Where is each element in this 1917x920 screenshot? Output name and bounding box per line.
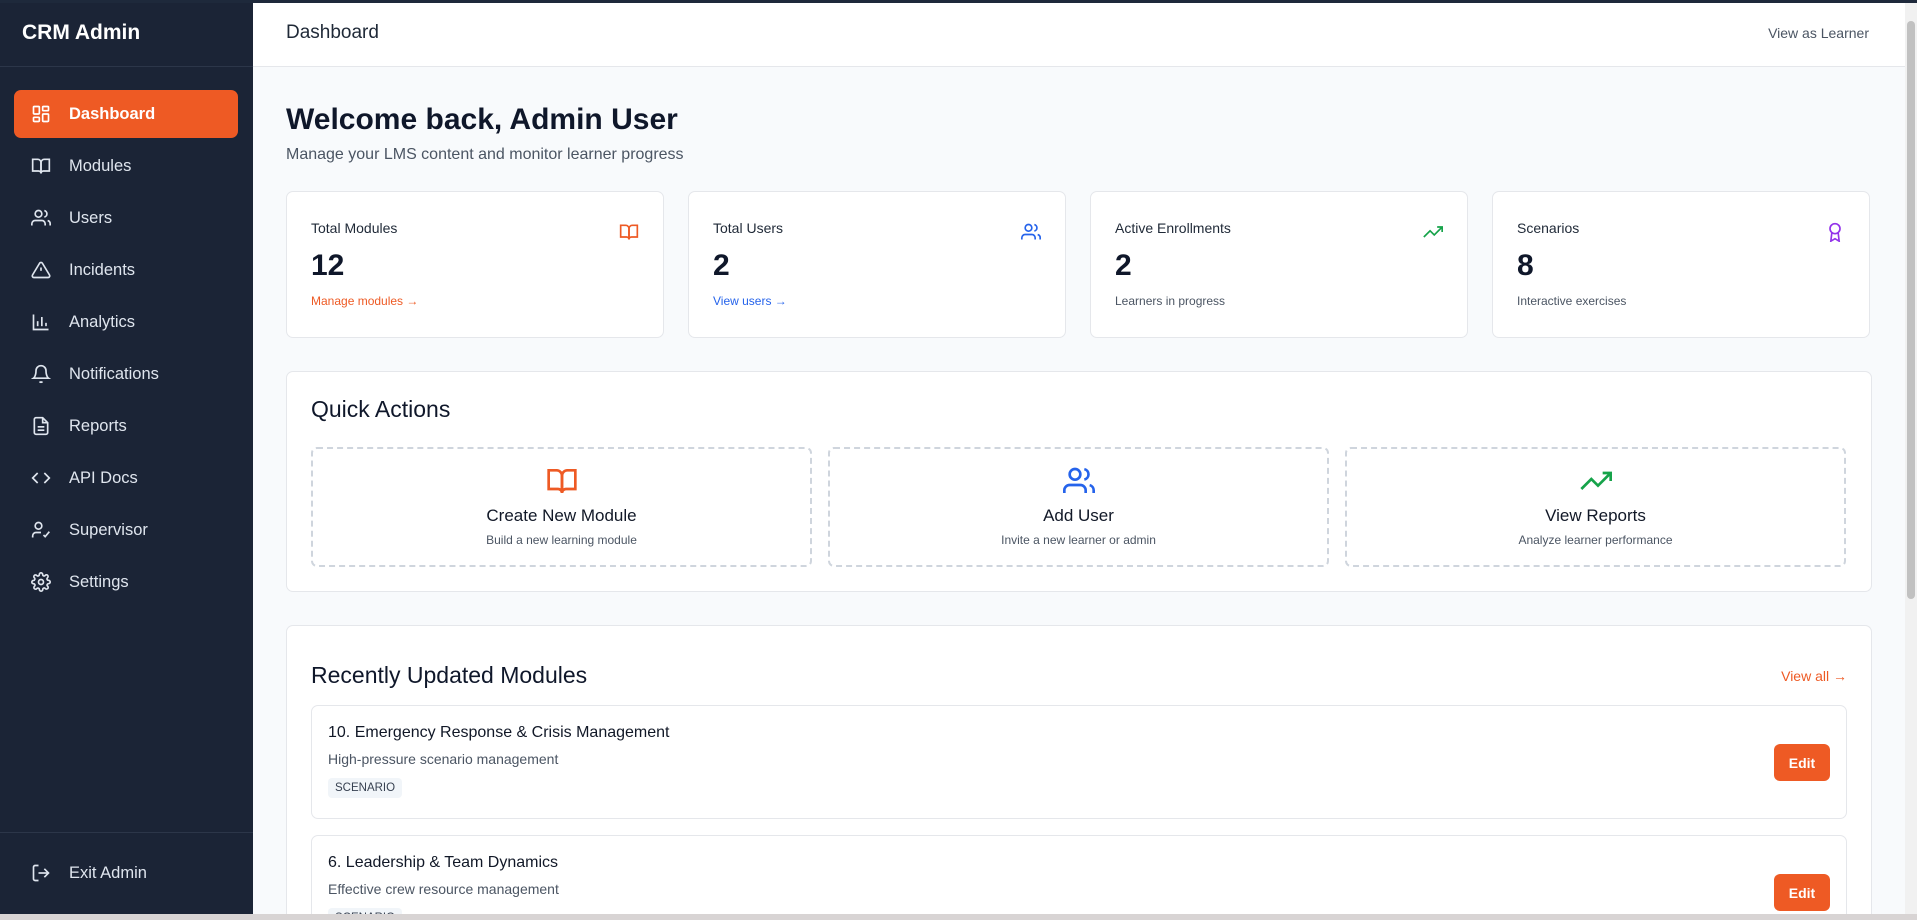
- book-icon: [619, 224, 639, 240]
- view-reports-button[interactable]: View Reports Analyze learner performance: [1345, 447, 1846, 567]
- sidebar-item-incidents[interactable]: Incidents: [14, 246, 238, 294]
- book-icon: [546, 469, 577, 494]
- sidebar-item-label: API Docs: [69, 468, 138, 487]
- edit-button[interactable]: Edit: [1774, 744, 1830, 781]
- sidebar-item-analytics[interactable]: Analytics: [14, 298, 238, 346]
- recent-modules-title: Recently Updated Modules: [311, 662, 588, 688]
- stat-caption: Learners in progress: [1115, 294, 1226, 308]
- quick-action-title: View Reports: [1545, 506, 1646, 525]
- module-row: 10. Emergency Response & Crisis Manageme…: [311, 705, 1847, 819]
- module-type-badge: SCENARIO: [328, 778, 403, 798]
- stat-label: Total Users: [713, 220, 784, 236]
- window-top-border: [0, 0, 1917, 3]
- view-all-link[interactable]: View all →: [1781, 668, 1847, 684]
- trending-up-icon: [1423, 226, 1443, 238]
- stat-label: Scenarios: [1517, 220, 1580, 236]
- module-title: 10. Emergency Response & Crisis Manageme…: [328, 724, 670, 741]
- stat-value: 2: [713, 249, 730, 282]
- sidebar-item-label: Dashboard: [69, 104, 156, 123]
- stat-label: Total Modules: [311, 220, 398, 236]
- quick-actions-row: Create New Module Build a new learning m…: [311, 447, 1847, 567]
- view-as-learner-link[interactable]: View as Learner: [1768, 25, 1869, 41]
- quick-action-desc: Analyze learner performance: [1518, 533, 1673, 547]
- module-description: High-pressure scenario management: [328, 751, 559, 767]
- sidebar-item-label: Reports: [69, 416, 127, 435]
- sidebar-item-label: Analytics: [69, 312, 136, 331]
- sidebar-nav: Dashboard Modules Users Incidents Analyt…: [0, 67, 253, 606]
- sidebar-item-api-docs[interactable]: API Docs: [14, 454, 238, 502]
- bar-chart-icon: [30, 311, 52, 333]
- quick-action-desc: Build a new learning module: [486, 533, 637, 547]
- exit-admin-label: Exit Admin: [69, 863, 147, 882]
- sidebar-item-reports[interactable]: Reports: [14, 402, 238, 450]
- create-new-module-button[interactable]: Create New Module Build a new learning m…: [311, 447, 812, 567]
- manage-modules-link[interactable]: Manage modules →: [311, 294, 639, 308]
- recent-modules-header: Recently Updated Modules View all →: [311, 650, 1847, 689]
- users-icon: [1021, 223, 1041, 240]
- main-area: Dashboard View as Learner Welcome back, …: [253, 0, 1905, 920]
- top-header: Dashboard View as Learner: [253, 0, 1905, 67]
- module-title: 6. Leadership & Team Dynamics: [328, 854, 559, 871]
- users-icon: [30, 207, 52, 229]
- user-check-icon: [30, 519, 52, 541]
- exit-admin-button[interactable]: Exit Admin: [14, 849, 238, 897]
- sidebar-item-label: Incidents: [69, 260, 136, 279]
- sidebar-footer: Exit Admin: [0, 832, 253, 914]
- page-title: Dashboard: [286, 22, 379, 43]
- window-bottom-edge: [0, 914, 1917, 920]
- scrollbar-thumb[interactable]: [1907, 21, 1915, 599]
- sidebar-item-supervisor[interactable]: Supervisor: [14, 506, 238, 554]
- file-text-icon: [30, 415, 52, 437]
- log-out-icon: [30, 862, 52, 884]
- quick-action-title: Add User: [1043, 506, 1114, 525]
- view-users-link[interactable]: View users →: [713, 294, 1041, 308]
- module-row: 6. Leadership & Team Dynamics Effective …: [311, 835, 1847, 920]
- sidebar-item-label: Modules: [69, 156, 132, 175]
- stat-card-scenarios: Scenarios 8 Interactive exercises: [1492, 191, 1870, 338]
- stat-value: 2: [1115, 249, 1132, 282]
- quick-action-desc: Invite a new learner or admin: [1001, 533, 1156, 547]
- stat-label: Active Enrollments: [1115, 220, 1231, 236]
- sidebar: CRM Admin Dashboard Modules Users Incide…: [0, 0, 253, 914]
- sidebar-item-label: Settings: [69, 572, 129, 591]
- dashboard-content: Welcome back, Admin User Manage your LMS…: [253, 103, 1905, 920]
- vertical-scrollbar[interactable]: [1905, 3, 1917, 914]
- bell-icon: [30, 363, 52, 385]
- stat-card-total-users: Total Users 2 View users →: [688, 191, 1066, 338]
- sidebar-item-label: Supervisor: [69, 520, 148, 539]
- sidebar-item-label: Users: [69, 208, 113, 227]
- dashboard-icon: [30, 103, 52, 125]
- stats-row: Total Modules 12 Manage modules → Total …: [286, 191, 1872, 338]
- stat-value: 12: [311, 249, 345, 282]
- quick-actions-panel: Quick Actions Create New Module Build a …: [286, 371, 1872, 592]
- welcome-heading: Welcome back, Admin User: [286, 103, 678, 136]
- brand-title: CRM Admin: [0, 0, 253, 67]
- award-icon: [1829, 222, 1841, 242]
- stat-value: 8: [1517, 249, 1534, 282]
- recent-modules-panel: Recently Updated Modules View all → 10. …: [286, 625, 1872, 920]
- sidebar-item-label: Notifications: [69, 364, 159, 383]
- add-user-button[interactable]: Add User Invite a new learner or admin: [828, 447, 1329, 567]
- users-icon: [1062, 467, 1095, 493]
- alert-triangle-icon: [30, 259, 52, 281]
- code-icon: [30, 467, 52, 489]
- welcome-subtitle: Manage your LMS content and monitor lear…: [286, 146, 684, 163]
- sidebar-item-settings[interactable]: Settings: [14, 558, 238, 606]
- sidebar-item-dashboard[interactable]: Dashboard: [14, 90, 238, 138]
- sidebar-item-modules[interactable]: Modules: [14, 142, 238, 190]
- quick-action-title: Create New Module: [486, 506, 637, 525]
- trending-up-icon: [1579, 471, 1612, 490]
- quick-actions-title: Quick Actions: [311, 396, 451, 422]
- book-icon: [30, 155, 52, 177]
- stat-caption: Interactive exercises: [1517, 294, 1627, 308]
- module-description: Effective crew resource management: [328, 881, 559, 897]
- stat-card-total-modules: Total Modules 12 Manage modules →: [286, 191, 664, 338]
- sidebar-item-users[interactable]: Users: [14, 194, 238, 242]
- gear-icon: [30, 571, 52, 593]
- sidebar-item-notifications[interactable]: Notifications: [14, 350, 238, 398]
- stat-card-active-enrollments: Active Enrollments 2 Learners in progres…: [1090, 191, 1468, 338]
- edit-button[interactable]: Edit: [1774, 874, 1830, 911]
